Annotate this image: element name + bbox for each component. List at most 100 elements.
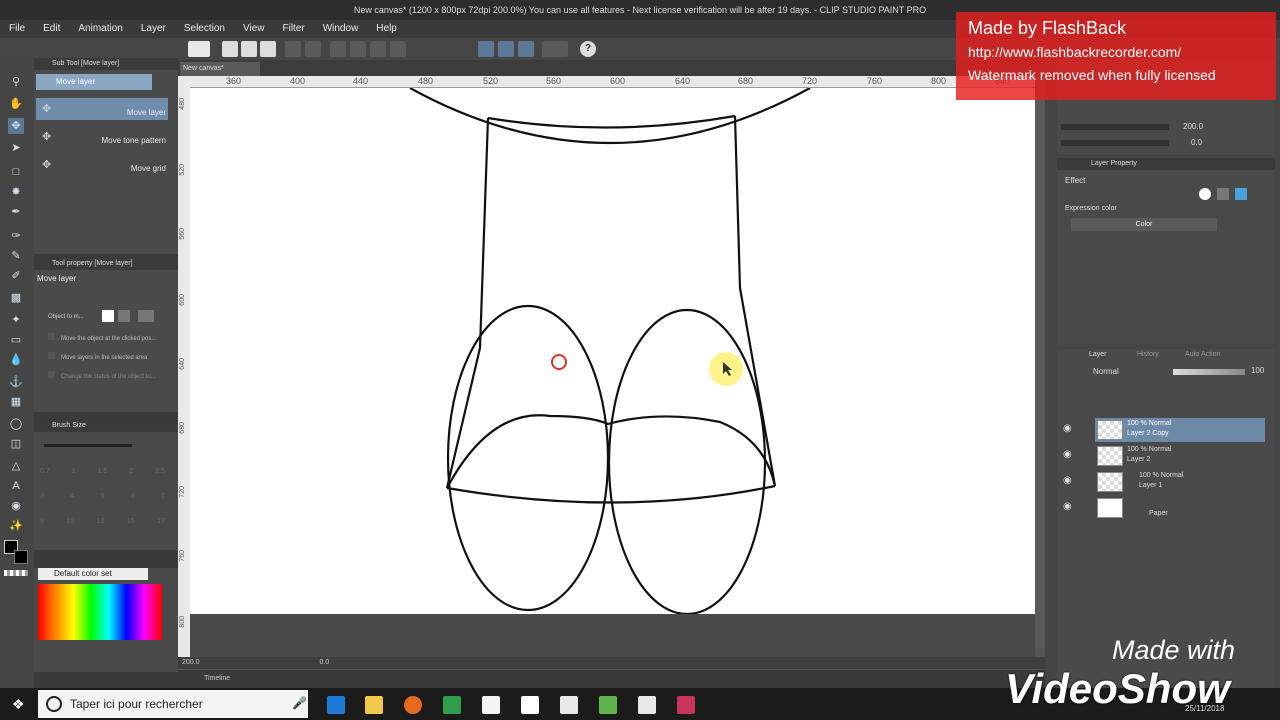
subtool-item-move-grid[interactable]: ✥ Move grid [36,154,168,176]
drawing-canvas[interactable] [190,87,1035,616]
new-file-icon[interactable] [222,41,238,57]
menu-selection[interactable]: Selection [175,20,234,38]
option-clicked-pos[interactable]: Move the object at the clicked pos... [48,333,156,342]
mail-icon[interactable] [560,696,578,714]
zoom-tool-icon[interactable]: ⚲ [8,74,24,90]
effect-border-icon[interactable] [1199,188,1211,200]
menu-filter[interactable]: Filter [273,20,313,38]
subtool-tab[interactable]: Move layer [36,74,152,90]
edge-icon[interactable] [327,696,345,714]
eye-icon[interactable]: ◉ [1063,449,1072,460]
color-swatch-grid[interactable] [38,584,162,640]
frame-tool-icon[interactable]: ◫ [8,436,24,452]
decoration-tool-icon[interactable]: ✦ [8,312,24,328]
windows-start-icon[interactable]: ❖ [12,696,25,713]
scale-icon[interactable] [390,41,406,57]
subtool-item-move-layer[interactable]: ✥ Move layer [36,98,168,120]
menu-window[interactable]: Window [314,20,368,38]
figure-tool-icon[interactable]: ◯ [8,416,24,432]
correct-line-tool-icon[interactable]: ✨ [8,518,24,534]
clip-studio-icon[interactable] [188,41,210,57]
taskbar-search-input[interactable]: Taper ici pour rechercher [38,690,308,718]
snap-ruler-icon[interactable] [478,41,494,57]
airbrush-tool-icon[interactable]: ▩ [8,290,24,306]
tab-history[interactable]: History [1137,351,1159,358]
pen-tool-icon[interactable]: ✑ [8,228,24,244]
transparent-color-swatch[interactable] [4,570,28,576]
file-explorer-icon[interactable] [365,696,383,714]
layer-row-paper[interactable]: Paper [1095,496,1265,520]
menu-file[interactable]: File [0,20,34,38]
object-option-layer[interactable] [102,310,114,322]
spreadsheet-icon[interactable] [443,696,461,714]
recorder-taskbar-icon[interactable] [677,696,695,714]
snap-grid-icon[interactable] [518,41,534,57]
eye-icon[interactable]: ◉ [1063,501,1072,512]
settings-dropdown-icon[interactable] [542,41,568,57]
menu-layer[interactable]: Layer [132,20,175,38]
help-icon[interactable]: ? [580,41,596,57]
subtool-item-move-tone[interactable]: ✥ Move tone pattern [36,126,168,148]
object-option-grid[interactable] [138,310,154,322]
menu-view[interactable]: View [234,20,274,38]
tab-layer[interactable]: Layer [1089,351,1107,358]
eraser-tool-icon[interactable]: ▭ [8,332,24,348]
save-icon[interactable] [260,41,276,57]
vertical-scrollbar[interactable] [1035,88,1045,648]
transform-icon[interactable] [370,41,386,57]
store-icon[interactable] [482,696,500,714]
option-change-status[interactable]: Change the status of the object to... [48,371,156,380]
clear-icon[interactable] [330,41,346,57]
eyedropper-tool-icon[interactable]: ✒ [8,204,24,220]
menu-animation[interactable]: Animation [69,20,131,38]
opacity-value[interactable]: 100 [1251,366,1264,375]
brush-size-grid[interactable]: 0.7 1 1.5 2 2.5 34567 8 10 12 15 17 [40,468,165,525]
auto-select-tool-icon[interactable]: ✸ [8,184,24,200]
option-selected-area[interactable]: Move layers in the selected area [48,352,147,361]
eye-icon[interactable]: ◉ [1063,475,1072,486]
eye-icon[interactable]: ◉ [1063,423,1072,434]
menu-help[interactable]: Help [367,20,406,38]
fill-icon[interactable] [350,41,366,57]
green-app-icon[interactable] [599,696,617,714]
brush-size-slider[interactable] [44,444,132,447]
selection-tool-icon[interactable]: □ [8,164,24,180]
navigator-zoom-value[interactable]: 200.0 [1183,122,1203,131]
tab-auto-action[interactable]: Auto Action [1185,351,1220,358]
layer-row-layer-1[interactable]: 100 % Normal Layer 1 [1095,470,1265,494]
layer-row-layer-2-copy[interactable]: 100 % Normal Layer 2 Copy [1095,418,1265,442]
document-icon[interactable] [521,696,539,714]
move-tool-icon[interactable]: ✥ [8,118,24,134]
timeline-label[interactable]: Timeline [204,675,230,682]
blend-mode-select[interactable]: Normal [1093,367,1163,376]
object-option-tone[interactable] [118,310,130,322]
effect-tone-icon[interactable] [1217,188,1229,200]
fill-tool-icon[interactable]: ⚓ [8,374,24,390]
redo-icon[interactable] [305,41,321,57]
microphone-icon[interactable]: 🎤 [292,696,307,710]
operation-tool-icon[interactable]: ➤ [8,140,24,156]
undo-icon[interactable] [285,41,301,57]
firefox-icon[interactable] [404,696,422,714]
expression-color-select[interactable]: Color [1071,218,1217,231]
navigator-rotate-slider[interactable] [1061,140,1169,146]
pencil-tool-icon[interactable]: ✎ [8,248,24,264]
clip-studio-taskbar-icon[interactable] [638,696,656,714]
sub-color-swatch[interactable] [14,550,28,564]
navigator-zoom-slider[interactable] [1061,124,1169,130]
effect-color-icon[interactable] [1235,188,1247,200]
document-tab[interactable]: New canvas* [180,62,260,76]
gradient-tool-icon[interactable]: ▦ [8,394,24,410]
navigator-rotate-value[interactable]: 0.0 [1191,138,1202,147]
color-set-dropdown[interactable]: Default color set [38,568,148,580]
balloon-tool-icon[interactable]: ◉ [8,498,24,514]
snap-special-ruler-icon[interactable] [498,41,514,57]
menu-edit[interactable]: Edit [34,20,69,38]
layer-row-layer-2[interactable]: 100 % Normal Layer 2 [1095,444,1265,468]
ruler-tool-icon[interactable]: △ [8,458,24,474]
blend-tool-icon[interactable]: 💧 [8,352,24,368]
zoom-value[interactable]: 200.0 [182,659,200,666]
hand-tool-icon[interactable]: ✋ [8,96,24,112]
rotation-value[interactable]: 0.0 [319,659,329,666]
opacity-slider[interactable] [1173,369,1245,375]
